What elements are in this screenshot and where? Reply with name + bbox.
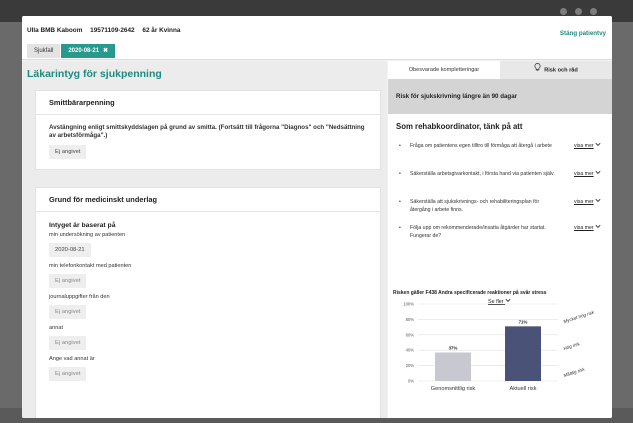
field-label: min telefonkontakt med patienten bbox=[49, 263, 132, 269]
case-tabs: Sjukfall 2020-08-21 ✖ bbox=[27, 44, 116, 60]
value-box: Ej angivet bbox=[49, 145, 87, 159]
risk-zone-label: Måttlig risk bbox=[562, 365, 585, 378]
show-more-label: visa mer bbox=[574, 143, 594, 149]
chart-zones: Måttlig risk Hög risk Mycket hög risk bbox=[562, 309, 595, 378]
card-heading: Grund för medicinskt underlag bbox=[36, 188, 380, 212]
recommendation-text: Fråga om patientens egen tilltro till fö… bbox=[410, 143, 552, 149]
close-tab-icon[interactable]: ✖ bbox=[103, 48, 108, 54]
topbar-dot-icon bbox=[575, 8, 582, 15]
topbar-dot-icon bbox=[590, 8, 597, 15]
certificate-panel: Läkarintyg för sjukpenning Smittbärarpen… bbox=[22, 61, 387, 418]
right-tabs: Obesvarade kompletteringar Risk och råd bbox=[388, 61, 612, 79]
patient-header: Ulla BMB Kaboom 19571109-2642 62 år Kvin… bbox=[22, 16, 612, 60]
bar bbox=[505, 326, 541, 381]
risk-panel: Obesvarade kompletteringar Risk och råd … bbox=[388, 61, 612, 418]
topbar-dot-icon bbox=[560, 8, 567, 15]
risk-chart: Risken gäller F438 Andra specificerade r… bbox=[393, 289, 595, 392]
backdrop-left bbox=[0, 22, 22, 423]
y-tick-label: 40% bbox=[406, 348, 415, 353]
chevron-down-icon bbox=[595, 142, 601, 150]
bullet-icon: • bbox=[399, 199, 401, 205]
chevron-down-icon bbox=[595, 198, 601, 206]
chevron-down-icon bbox=[595, 224, 601, 232]
show-more-link[interactable]: visa mer bbox=[574, 224, 601, 232]
smittbararpenning-card: Smittbärarpenning Avstängning enligt smi… bbox=[35, 90, 381, 170]
field-label: journaluppgifter från den bbox=[49, 294, 110, 300]
show-more-link[interactable]: visa mer bbox=[574, 170, 601, 178]
show-more-label: visa mer bbox=[574, 225, 594, 231]
tab-label: 2020-08-21 bbox=[68, 48, 100, 54]
value-box: Ej angivet bbox=[49, 336, 87, 350]
bar-value-label: 37% bbox=[449, 346, 458, 351]
tab-certificate[interactable]: 2020-08-21 ✖ bbox=[61, 44, 116, 58]
show-more-label: visa mer bbox=[574, 171, 594, 177]
show-more-label: visa mer bbox=[574, 199, 594, 205]
field-label: Ange vad annat är bbox=[49, 356, 95, 362]
recommendation-text: Följa upp om rekommenderade/insatta åtgä… bbox=[410, 225, 546, 239]
show-more-link[interactable]: visa mer bbox=[574, 142, 601, 150]
grund-card: Grund för medicinskt underlag Intyget är… bbox=[35, 187, 381, 418]
chevron-down-icon bbox=[595, 170, 601, 178]
tab-risk-advice[interactable]: Risk och råd bbox=[500, 61, 612, 79]
y-tick-label: 0% bbox=[408, 379, 414, 384]
grund-subheading: Intyget är baserat på bbox=[49, 222, 116, 229]
risk-zone-label: Hög risk bbox=[563, 341, 581, 351]
value-box: Ej angivet bbox=[49, 274, 87, 288]
risk-zone-label: Mycket hög risk bbox=[563, 309, 596, 324]
page-title: Läkarintyg för sjukpenning bbox=[27, 68, 162, 80]
value-box: Ej angivet bbox=[49, 305, 87, 319]
smitt-description: Avstängning enligt smittskyddslagen på g… bbox=[49, 124, 365, 139]
bar-value-label: 71% bbox=[519, 319, 528, 324]
risk-banner: Risk för sjukskrivning längre än 90 daga… bbox=[388, 79, 612, 114]
rehab-title: Som rehabkoordinator, tänk på att bbox=[396, 122, 523, 131]
show-more-link[interactable]: visa mer bbox=[574, 198, 601, 206]
x-category-label: Aktuell risk bbox=[509, 386, 536, 392]
lightbulb-icon bbox=[534, 61, 541, 79]
recommendation-text: Säkerställa att sjukskrivnings- och reha… bbox=[410, 199, 540, 213]
field-label: min undersökning av patienten bbox=[49, 232, 126, 238]
y-tick-label: 80% bbox=[406, 317, 415, 322]
field-label: annat bbox=[49, 325, 63, 331]
bar bbox=[435, 352, 471, 381]
y-tick-label: 60% bbox=[406, 332, 415, 337]
value-box: Ej angivet bbox=[49, 367, 87, 381]
card-body: Avstängning enligt smittskyddslagen på g… bbox=[36, 115, 380, 168]
bullet-icon: • bbox=[399, 171, 401, 177]
patient-age-gender: 62 år Kvinna bbox=[142, 27, 181, 34]
tab-label: Sjukfall bbox=[34, 48, 54, 54]
recommendation-text: Säkerställa arbetsgivarkontakt, i första… bbox=[410, 171, 555, 177]
x-category-label: Genomsnittlig risk bbox=[431, 386, 476, 392]
y-tick-label: 100% bbox=[403, 302, 414, 307]
tab-label: Risk och råd bbox=[544, 67, 578, 74]
y-tick-label: 20% bbox=[406, 363, 415, 368]
bullet-icon: • bbox=[399, 143, 401, 149]
value-box: 2020-08-21 bbox=[49, 243, 91, 257]
chart-title: Risken gäller F438 Andra specificerade r… bbox=[393, 289, 547, 296]
tab-complements[interactable]: Obesvarade kompletteringar bbox=[388, 61, 500, 79]
patient-id: 19571109-2642 bbox=[90, 27, 135, 34]
card-body: Intyget är baserat på min undersökning a… bbox=[36, 212, 380, 390]
bullet-icon: • bbox=[399, 225, 401, 231]
backdrop-right bbox=[612, 22, 633, 423]
tab-sjukfall[interactable]: Sjukfall bbox=[27, 44, 61, 58]
card-heading: Smittbärarpenning bbox=[36, 91, 380, 115]
close-patient-view-link[interactable]: Stäng patientvy bbox=[560, 30, 606, 37]
chart-ticks: 0% 20% 40% 60% 80% 100% bbox=[403, 302, 414, 384]
patient-info: Ulla BMB Kaboom 19571109-2642 62 år Kvin… bbox=[27, 27, 186, 34]
patient-view-modal: Ulla BMB Kaboom 19571109-2642 62 år Kvin… bbox=[22, 16, 612, 418]
patient-name: Ulla BMB Kaboom bbox=[27, 27, 83, 34]
